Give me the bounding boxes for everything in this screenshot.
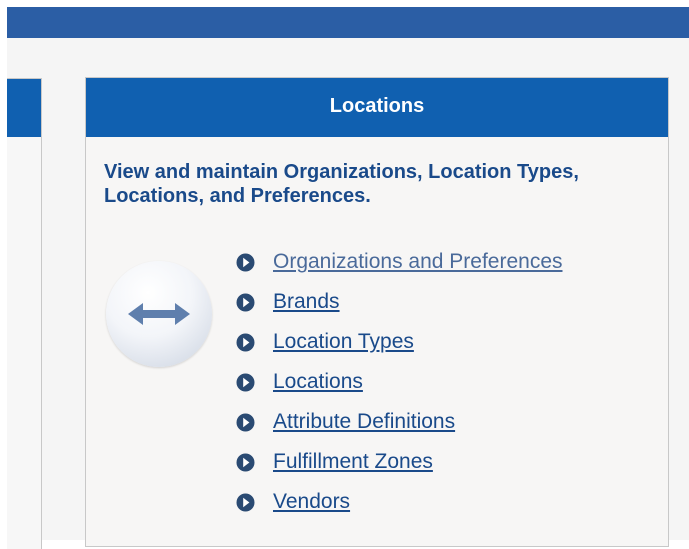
list-item: Location Types <box>236 322 563 362</box>
circle-arrow-icon <box>236 333 255 352</box>
circle-arrow-icon <box>236 253 255 272</box>
list-item: Vendors <box>236 482 563 522</box>
panel-header: Locations <box>86 78 668 137</box>
circle-arrow-icon <box>236 453 255 472</box>
locations-panel: Locations View and maintain Organization… <box>85 77 669 547</box>
link-organizations-and-preferences[interactable]: Organizations and Preferences <box>273 250 563 274</box>
list-item: Fulfillment Zones <box>236 442 563 482</box>
list-item: Attribute Definitions <box>236 402 563 442</box>
list-item: Brands <box>236 282 563 322</box>
left-panel-header <box>7 79 41 137</box>
list-item: Locations <box>236 362 563 402</box>
list-item: Organizations and Preferences <box>236 242 563 282</box>
link-brands[interactable]: Brands <box>273 290 340 314</box>
panel-description: View and maintain Organizations, Locatio… <box>104 161 579 207</box>
top-navigation-bar <box>7 7 689 38</box>
bidirectional-arrow-icon <box>106 261 212 367</box>
link-list: Organizations and Preferences Brands Loc… <box>236 242 563 522</box>
circle-arrow-icon <box>236 293 255 312</box>
circle-arrow-icon <box>236 493 255 512</box>
panel-title: Locations <box>329 95 425 117</box>
left-panel <box>7 78 42 549</box>
link-location-types[interactable]: Location Types <box>273 330 414 354</box>
link-attribute-definitions[interactable]: Attribute Definitions <box>273 410 455 434</box>
circle-arrow-icon <box>236 373 255 392</box>
link-locations[interactable]: Locations <box>273 370 363 394</box>
circle-arrow-icon <box>236 413 255 432</box>
link-vendors[interactable]: Vendors <box>273 490 350 514</box>
link-fulfillment-zones[interactable]: Fulfillment Zones <box>273 450 433 474</box>
